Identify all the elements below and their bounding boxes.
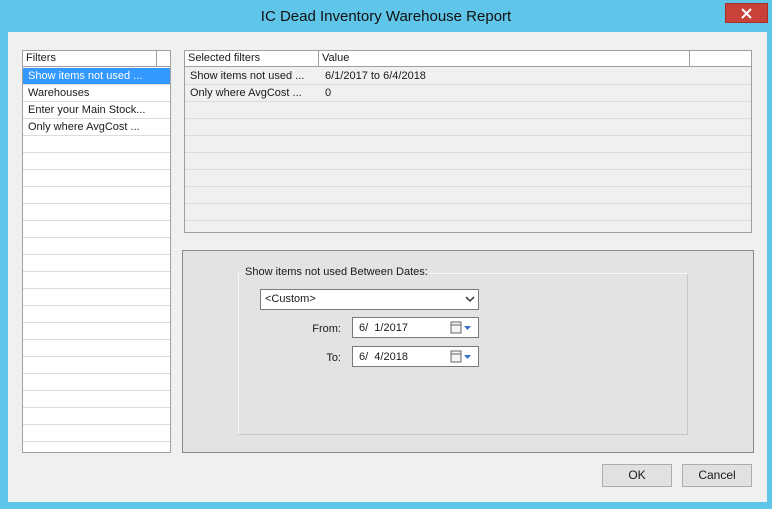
selected-filters-grid[interactable]: Selected filters Value Show items not us… (184, 50, 752, 233)
list-item (23, 357, 170, 374)
column-value[interactable]: Value (322, 52, 349, 64)
calendar-icon[interactable] (450, 321, 474, 334)
table-row (185, 204, 751, 221)
row-filter-value: 6/1/2017 to 6/4/2018 (325, 70, 426, 82)
table-row (185, 187, 751, 204)
close-button[interactable] (725, 3, 768, 23)
list-item (23, 272, 170, 289)
list-item (23, 204, 170, 221)
calendar-icon[interactable] (450, 350, 474, 363)
table-row (185, 136, 751, 153)
table-row[interactable]: Show items not used ... 6/1/2017 to 6/4/… (185, 68, 751, 85)
filter-item-warehouses[interactable]: Warehouses (23, 85, 170, 102)
column-selected-filters[interactable]: Selected filters (188, 52, 260, 64)
header-divider (156, 51, 157, 67)
list-item (23, 136, 170, 153)
list-item (23, 442, 170, 452)
table-row (185, 221, 751, 232)
filters-header-label: Filters (26, 52, 56, 64)
close-icon (741, 7, 752, 19)
table-row (185, 153, 751, 170)
filters-list[interactable]: Filters Show items not used ... Warehous… (22, 50, 171, 453)
list-item (23, 187, 170, 204)
date-range-dropdown[interactable]: <Custom> (260, 289, 479, 310)
filter-item-avgcost[interactable]: Only where AvgCost ... (23, 119, 170, 136)
list-item (23, 238, 170, 255)
row-filter-name: Show items not used ... (190, 70, 305, 82)
list-item (23, 306, 170, 323)
row-filter-value: 0 (325, 87, 332, 99)
list-item (23, 425, 170, 442)
ok-button[interactable]: OK (602, 464, 672, 487)
title-bar: IC Dead Inventory Warehouse Report (0, 0, 772, 32)
grid-header: Selected filters Value (185, 51, 751, 67)
grid-rows: Show items not used ... 6/1/2017 to 6/4/… (185, 68, 751, 232)
filter-item-main-stock[interactable]: Enter your Main Stock... (23, 102, 170, 119)
from-label: From: (312, 323, 341, 335)
list-item (23, 408, 170, 425)
list-item (23, 374, 170, 391)
list-item (23, 221, 170, 238)
from-date-picker[interactable]: 6/ 1/2017 (352, 317, 479, 338)
list-item (23, 255, 170, 272)
table-row (185, 170, 751, 187)
date-group-label: Show items not used Between Dates: (244, 266, 429, 278)
from-date-value: 6/ 1/2017 (359, 322, 408, 334)
list-item (23, 170, 170, 187)
filters-rows: Show items not used ... Warehouses Enter… (23, 68, 170, 452)
column-divider[interactable] (689, 51, 690, 67)
filter-item-show-items-not-used[interactable]: Show items not used ... (23, 68, 170, 85)
chevron-down-icon (465, 296, 475, 303)
list-item (23, 323, 170, 340)
column-divider[interactable] (318, 51, 319, 67)
filter-editor-panel: Show items not used Between Dates: <Cust… (182, 250, 754, 453)
to-date-picker[interactable]: 6/ 4/2018 (352, 346, 479, 367)
report-window: IC Dead Inventory Warehouse Report Filte… (0, 0, 772, 509)
list-item (23, 391, 170, 408)
row-filter-name: Only where AvgCost ... (190, 87, 302, 99)
table-row (185, 119, 751, 136)
cancel-button[interactable]: Cancel (682, 464, 752, 487)
date-range-value: <Custom> (265, 293, 316, 305)
list-item (23, 340, 170, 357)
list-item (23, 153, 170, 170)
window-title: IC Dead Inventory Warehouse Report (260, 8, 512, 25)
dialog-body: Filters Show items not used ... Warehous… (8, 32, 767, 502)
table-row (185, 102, 751, 119)
table-row[interactable]: Only where AvgCost ... 0 (185, 85, 751, 102)
to-date-value: 6/ 4/2018 (359, 351, 408, 363)
list-item (23, 289, 170, 306)
to-label: To: (326, 352, 341, 364)
filters-list-header: Filters (23, 51, 170, 67)
